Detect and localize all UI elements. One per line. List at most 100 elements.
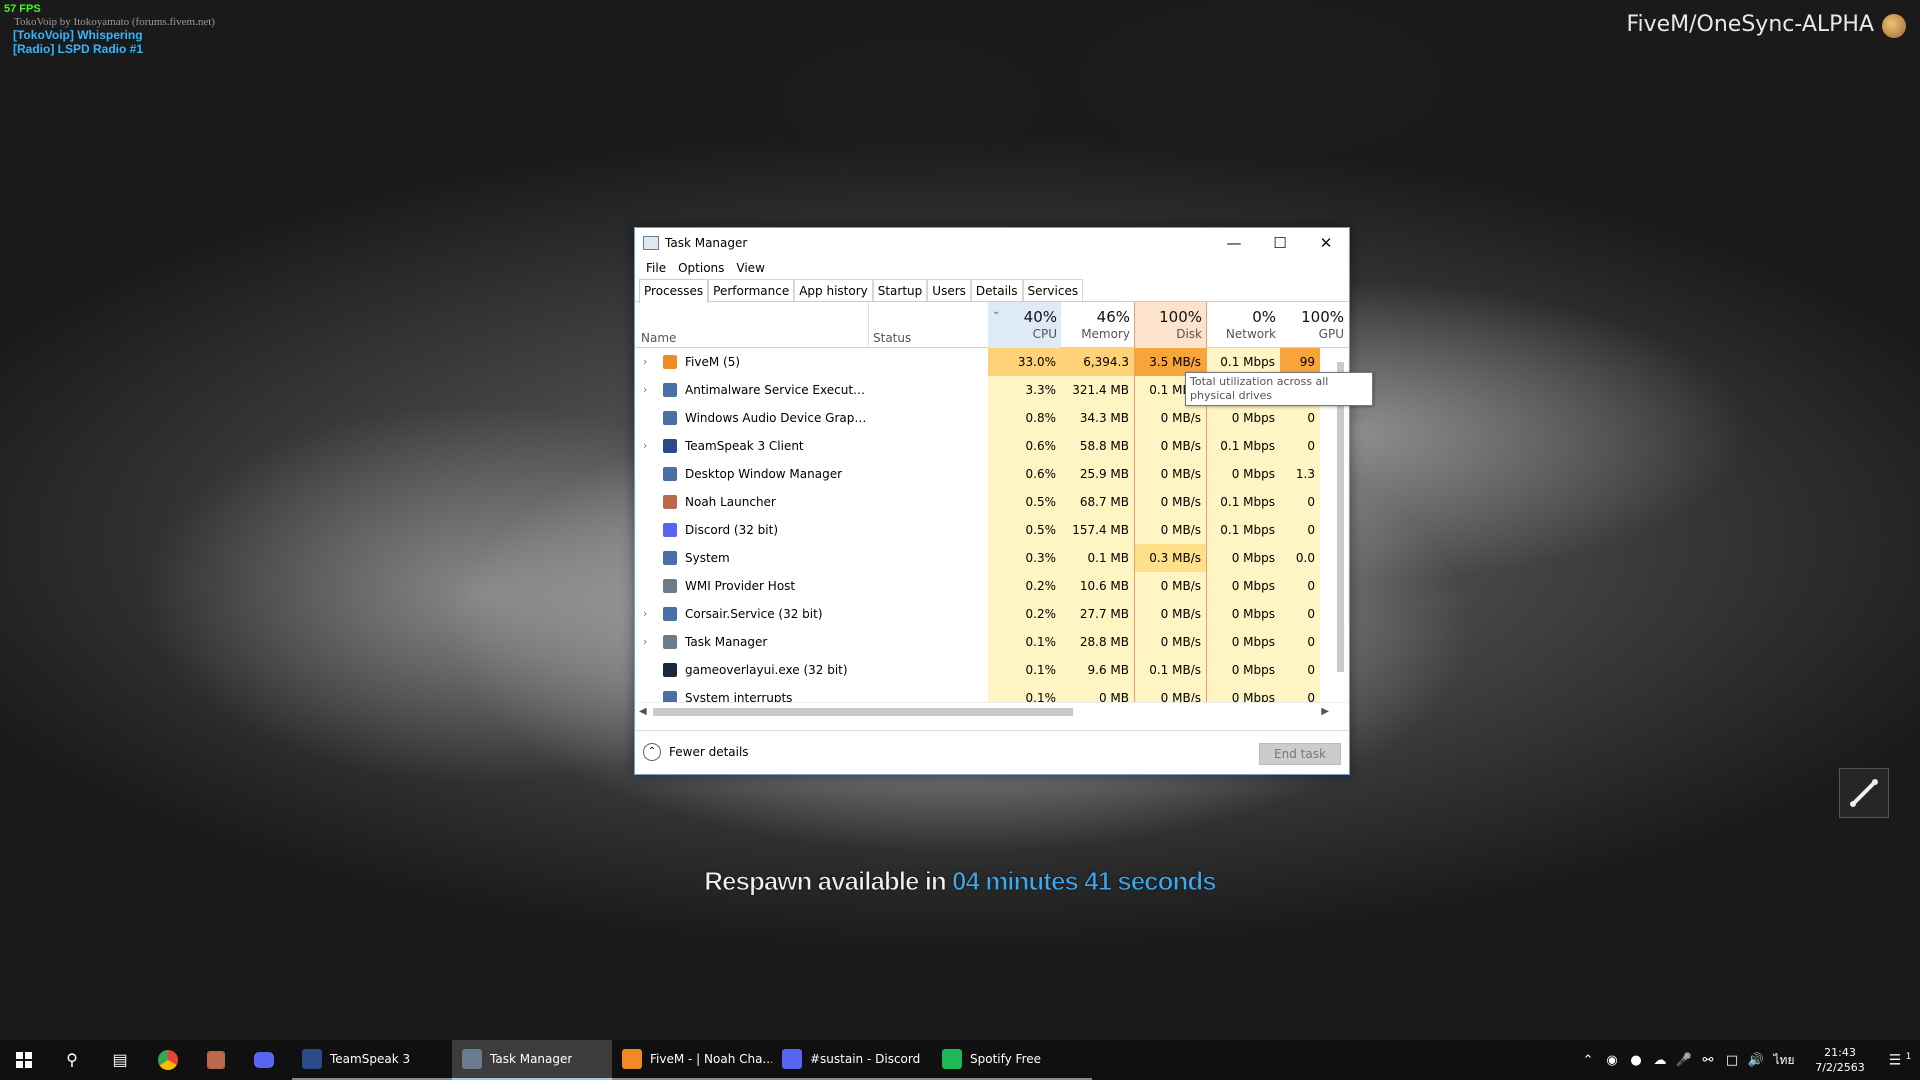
chevron-up-icon[interactable]: ⌃ xyxy=(1576,1053,1600,1068)
taskbar-app[interactable]: Task Manager xyxy=(452,1040,612,1080)
process-disk: 0 MB/s xyxy=(1134,404,1207,432)
chrome-icon[interactable] xyxy=(144,1040,192,1080)
process-cpu: 0.5% xyxy=(988,516,1061,544)
process-row[interactable]: WMI Provider Host 0.2% 10.6 MB 0 MB/s 0 Mbps… xyxy=(635,572,1349,600)
onedrive-icon[interactable]: ☁ xyxy=(1648,1053,1672,1068)
expand-chevron-icon[interactable]: › xyxy=(643,376,653,404)
close-button[interactable]: ✕ xyxy=(1303,228,1349,258)
tab-bar: Processes Performance App history Startu… xyxy=(635,278,1349,303)
process-disk: 0 MB/s xyxy=(1134,516,1207,544)
process-disk: 0.3 MB/s xyxy=(1134,544,1207,572)
process-cpu: 0.3% xyxy=(988,544,1061,572)
process-row[interactable]: Windows Audio Device Graph Is... 0.8% 34.3… xyxy=(635,404,1349,432)
process-row[interactable]: Discord (32 bit) 0.5% 157.4 MB 0 MB/s 0.1 Mb… xyxy=(635,516,1349,544)
background-tree xyxy=(780,40,1040,160)
fewer-details-button[interactable]: ⌃ Fewer details xyxy=(643,743,749,761)
clock-date: 7/2/2563 xyxy=(1815,1061,1865,1074)
process-row[interactable]: System interrupts 0.1% 0 MB 0 MB/s 0 Mbps 0 xyxy=(635,684,1349,702)
minimize-button[interactable]: — xyxy=(1211,228,1257,258)
expand-chevron-icon xyxy=(643,656,653,684)
menu-file[interactable]: File xyxy=(640,258,672,278)
process-icon xyxy=(663,467,677,481)
tab-details[interactable]: Details xyxy=(970,279,1023,301)
title-bar[interactable]: Task Manager — ☐ ✕ xyxy=(635,228,1349,258)
expand-chevron-icon[interactable]: › xyxy=(643,628,653,656)
noah-launcher-icon[interactable] xyxy=(192,1040,240,1080)
column-network[interactable]: 0% Network xyxy=(1207,302,1280,348)
process-cpu: 3.3% xyxy=(988,376,1061,404)
process-cpu: 0.2% xyxy=(988,600,1061,628)
mic-icon[interactable]: ⚯ xyxy=(1696,1053,1720,1068)
scroll-left-icon[interactable]: ◀ xyxy=(639,703,647,721)
tab-users[interactable]: Users xyxy=(927,279,971,301)
expand-chevron-icon[interactable]: › xyxy=(643,348,653,376)
process-icon xyxy=(663,691,677,702)
process-row[interactable]: › Corsair.Service (32 bit) 0.2% 27.7 MB 0 MB… xyxy=(635,600,1349,628)
scroll-right-icon[interactable]: ▶ xyxy=(1321,703,1329,721)
process-row[interactable]: gameoverlayui.exe (32 bit) 0.1% 9.6 MB 0.1 … xyxy=(635,656,1349,684)
tab-startup[interactable]: Startup xyxy=(872,279,928,301)
disk-tooltip: Total utilization across all physical dr… xyxy=(1185,372,1373,406)
menu-options[interactable]: Options xyxy=(672,258,730,278)
process-network: 0.1 Mbps xyxy=(1207,516,1280,544)
expand-chevron-icon xyxy=(643,404,653,432)
taskbar-app[interactable]: FiveM - | Noah Cha... xyxy=(612,1040,772,1080)
expand-chevron-icon xyxy=(643,460,653,488)
system-tray: ⌃ ◉ ● ☁ 🎤 ⚯ □ 🔊 ไทย 21:43 7/2/2563 ☰ 1 xyxy=(1576,1040,1920,1080)
notification-button[interactable]: ☰ 1 xyxy=(1880,1052,1920,1069)
voice-mode: [TokoVoip] Whispering xyxy=(13,28,143,42)
process-row[interactable]: › TeamSpeak 3 Client 0.6% 58.8 MB 0 MB/s 0.1 … xyxy=(635,432,1349,460)
respawn-prefix: Respawn available in xyxy=(704,866,948,897)
taskbar-app-label: Spotify Free xyxy=(970,1052,1042,1066)
process-disk: 0 MB/s xyxy=(1134,488,1207,516)
end-task-button[interactable]: End task xyxy=(1259,743,1341,765)
taskbar-app[interactable]: #sustain - Discord xyxy=(772,1040,932,1080)
process-memory: 321.4 MB xyxy=(1061,376,1134,404)
process-memory: 10.6 MB xyxy=(1061,572,1134,600)
column-gpu[interactable]: 100% GPU xyxy=(1280,302,1348,348)
process-name: FiveM (5) xyxy=(685,355,741,369)
column-memory[interactable]: 46% Memory xyxy=(1061,302,1134,348)
process-row[interactable]: Noah Launcher 0.5% 68.7 MB 0 MB/s 0.1 Mbps 0 xyxy=(635,488,1349,516)
maximize-button[interactable]: ☐ xyxy=(1257,228,1303,258)
column-status[interactable]: Status xyxy=(868,302,988,348)
process-row[interactable]: › Task Manager 0.1% 28.8 MB 0 MB/s 0 Mbps 0 xyxy=(635,628,1349,656)
language-indicator[interactable]: ไทย xyxy=(1768,1051,1800,1070)
process-cpu: 0.5% xyxy=(988,488,1061,516)
tab-services[interactable]: Services xyxy=(1022,279,1084,301)
volume-icon[interactable]: 🔊 xyxy=(1744,1053,1768,1068)
process-memory: 34.3 MB xyxy=(1061,404,1134,432)
process-memory: 157.4 MB xyxy=(1061,516,1134,544)
start-button[interactable] xyxy=(0,1040,48,1080)
taskbar-app[interactable]: TeamSpeak 3 xyxy=(292,1040,452,1080)
discord-icon[interactable] xyxy=(240,1040,288,1080)
search-icon[interactable]: ⚲ xyxy=(48,1040,96,1080)
tab-app-history[interactable]: App history xyxy=(794,279,873,301)
column-disk[interactable]: 100% Disk xyxy=(1134,302,1207,348)
task-view-icon[interactable]: ▤ xyxy=(96,1040,144,1080)
respawn-minutes: 04 minutes xyxy=(952,866,1080,897)
network-icon[interactable]: □ xyxy=(1720,1053,1744,1068)
expand-chevron-icon[interactable]: › xyxy=(643,432,653,460)
menu-view[interactable]: View xyxy=(730,258,770,278)
app-tray-icon[interactable]: ● xyxy=(1624,1053,1648,1068)
expand-chevron-icon[interactable]: › xyxy=(643,600,653,628)
steam-icon[interactable]: ◉ xyxy=(1600,1053,1624,1068)
bone-icon[interactable] xyxy=(1839,768,1889,818)
horizontal-scrollbar[interactable]: ◀ ▶ xyxy=(635,702,1349,720)
column-name[interactable]: Name xyxy=(641,302,841,348)
window-title: Task Manager xyxy=(665,236,748,250)
app-icon xyxy=(942,1049,962,1069)
process-row[interactable]: System 0.3% 0.1 MB 0.3 MB/s 0 Mbps 0.0 xyxy=(635,544,1349,572)
microphone-icon[interactable]: 🎤 xyxy=(1672,1053,1696,1068)
tab-performance[interactable]: Performance xyxy=(708,279,795,301)
process-cpu: 0.8% xyxy=(988,404,1061,432)
process-network: 0 Mbps xyxy=(1207,628,1280,656)
tab-processes[interactable]: Processes xyxy=(639,279,709,303)
process-network: 0 Mbps xyxy=(1207,460,1280,488)
process-gpu: 0 xyxy=(1280,488,1320,516)
process-row[interactable]: Desktop Window Manager 0.6% 25.9 MB 0 MB/s 0… xyxy=(635,460,1349,488)
taskbar-app[interactable]: Spotify Free xyxy=(932,1040,1092,1080)
clock[interactable]: 21:43 7/2/2563 xyxy=(1800,1045,1880,1075)
expand-chevron-icon xyxy=(643,572,653,600)
